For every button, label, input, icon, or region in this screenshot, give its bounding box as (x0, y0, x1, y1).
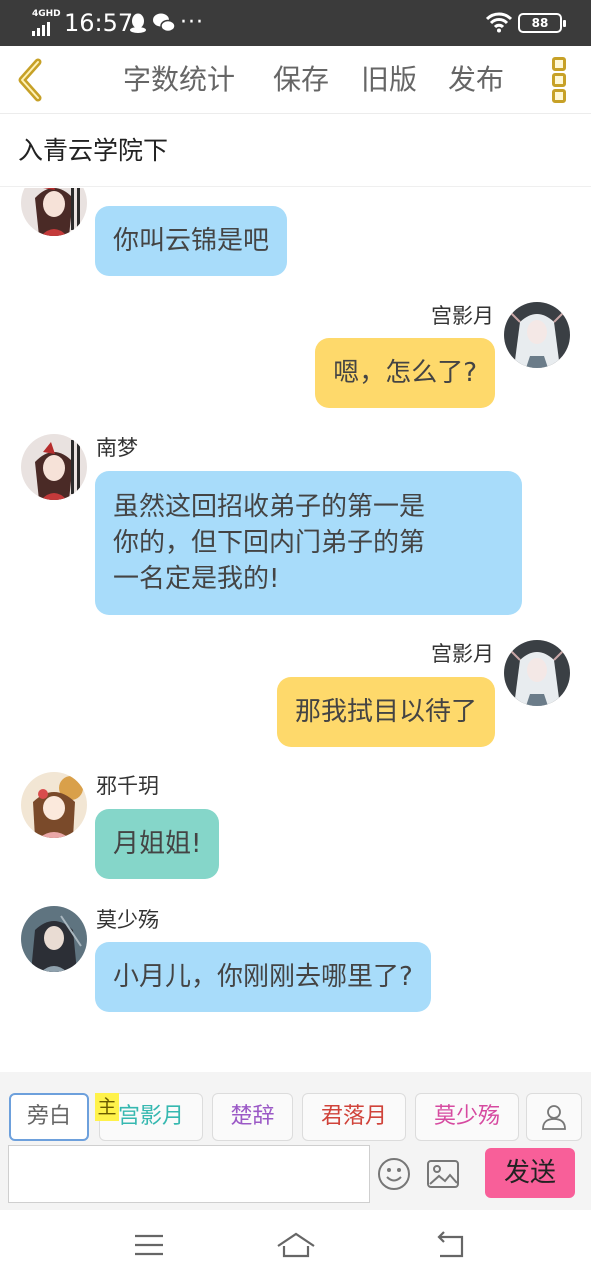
message-bubble[interactable]: 嗯，怎么了? (315, 338, 495, 408)
speaker-name: 邪千玥 (96, 774, 159, 798)
back-nav-icon[interactable] (432, 1228, 468, 1262)
message-bubble[interactable]: 小月儿，你刚刚去哪里了? (95, 942, 431, 1012)
chat-message: 南梦 你叫云锦是吧 (0, 188, 591, 280)
message-bubble[interactable]: 那我拭目以待了 (276, 677, 495, 747)
message-input[interactable] (8, 1145, 370, 1203)
message-bubble[interactable]: 你叫云锦是吧 (95, 206, 288, 276)
emoji-icon[interactable] (377, 1157, 411, 1191)
status-bar: 4GHD 16:57 ··· 88 (0, 0, 591, 46)
avatar-nanmeng (21, 434, 87, 500)
avatar-gongyingyue (504, 640, 570, 706)
chat-message: 邪千玥 月姐姐! (0, 772, 591, 882)
message-bubble[interactable]: 虽然这回招收弟子的第一是 你的，但下回内门弟子的第 一名定是我的! (95, 471, 522, 615)
wechat-icon (153, 13, 176, 33)
wifi-icon (486, 12, 512, 33)
owner-badge: 主 (95, 1093, 119, 1121)
chapter-title-row[interactable]: 入青云学院下 (0, 115, 591, 187)
system-nav-bar (0, 1210, 591, 1280)
save-button[interactable]: 保存 (273, 60, 329, 100)
more-notifications: ··· (180, 10, 204, 35)
publish-button[interactable]: 发布 (448, 60, 504, 100)
message-line: 一名定是我的! (113, 564, 280, 594)
word-count-button[interactable]: 字数统计 (123, 60, 235, 100)
chat-area[interactable]: 南梦 你叫云锦是吧 宫影月 嗯，怎么了? 南梦 虽然这回招收弟子的第一是 你的，… (0, 188, 591, 1072)
speaker-name: 莫少殇 (96, 908, 159, 932)
speaker-name: 宫影月 (431, 642, 494, 666)
chat-message: 宫影月 嗯，怎么了? (0, 302, 591, 412)
qq-icon (130, 13, 146, 33)
chat-message: 宫影月 那我拭目以待了 (0, 640, 591, 750)
message-bubble[interactable]: 月姐姐! (95, 809, 220, 879)
editor-header: 字数统计 保存 旧版 发布 (0, 46, 591, 114)
message-line: 虽然这回招收弟子的第一是 (113, 492, 426, 522)
role-chip[interactable]: 楚辞 (212, 1093, 293, 1141)
more-menu-icon[interactable] (546, 56, 572, 104)
message-line: 你的，但下回内门弟子的第 (113, 528, 426, 558)
role-chip[interactable]: 君落月 (302, 1093, 406, 1141)
role-chip[interactable]: 莫少殇 (415, 1093, 519, 1141)
clock: 16:57 (64, 9, 134, 37)
speaker-name: 南梦 (96, 436, 138, 460)
role-narration[interactable]: 旁白 (9, 1093, 89, 1141)
image-icon[interactable] (426, 1159, 460, 1189)
old-version-button[interactable]: 旧版 (361, 60, 417, 100)
network-type: 4GHD (32, 9, 61, 19)
menu-icon[interactable] (131, 1228, 167, 1262)
send-button[interactable]: 发送 (485, 1148, 575, 1198)
avatar-gongyingyue (504, 302, 570, 368)
back-button[interactable] (10, 56, 52, 104)
person-icon (542, 1105, 566, 1130)
speaker-name: 南梦 (96, 188, 138, 190)
chapter-title: 入青云学院下 (18, 136, 169, 165)
battery-level: 88 (531, 16, 549, 30)
avatar-nanmeng (21, 188, 87, 236)
chat-message: 南梦 虽然这回招收弟子的第一是 你的，但下回内门弟子的第 一名定是我的! (0, 434, 591, 624)
signal-icon: 4GHD (32, 9, 61, 37)
speaker-name: 宫影月 (431, 304, 494, 328)
avatar-xieqianyue (21, 772, 87, 838)
avatar-moshaoshang (21, 906, 87, 972)
battery-icon: 88 (518, 13, 566, 33)
home-icon[interactable] (276, 1228, 316, 1262)
chat-message: 莫少殇 小月儿，你刚刚去哪里了? (0, 906, 591, 1016)
add-role-button[interactable] (526, 1093, 582, 1141)
